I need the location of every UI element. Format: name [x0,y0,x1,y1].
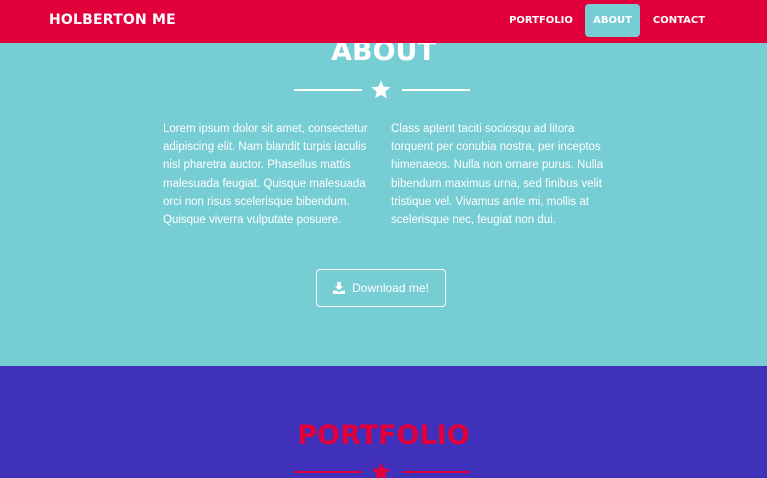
portfolio-divider [294,462,470,478]
divider-line-left [294,89,362,91]
nav-link-contact[interactable]: CONTACT [648,4,710,37]
about-section: ABOUT Lorem ipsum dolor sit amet, consec… [0,0,767,366]
nav-link-about[interactable]: ABOUT [585,4,640,37]
portfolio-section: PORTFOLIO [0,366,767,478]
about-paragraph-left: Lorem ipsum dolor sit amet, consectetur … [163,123,368,227]
about-divider [294,80,470,100]
download-icon [333,282,346,294]
download-button-label: Download me! [352,281,429,295]
portfolio-title: PORTFOLIO [297,420,470,451]
download-button[interactable]: Download me! [316,269,446,307]
about-paragraph-right: Class aptent taciti sociosqu ad litora t… [391,123,604,227]
divider-line-right [402,89,470,91]
brand-link[interactable]: HOLBERTON ME [49,12,176,28]
page: ABOUT Lorem ipsum dolor sit amet, consec… [0,0,767,478]
star-icon [371,462,391,478]
star-icon [371,80,391,99]
navbar: HOLBERTON ME PORTFOLIO ABOUT CONTACT [0,0,767,43]
divider-line-left [294,471,362,473]
nav-link-portfolio[interactable]: PORTFOLIO [505,4,577,37]
divider-line-right [402,471,470,473]
